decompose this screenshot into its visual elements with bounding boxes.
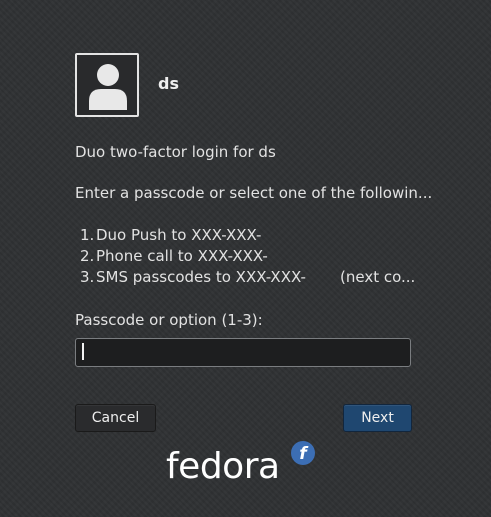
login-screen: ds Duo two-factor login for ds Enter a p… (0, 0, 491, 517)
prompt-title: Duo two-factor login for ds (75, 143, 276, 161)
option-text: Duo Push to XXX-XXX- (96, 226, 262, 244)
option-number: 3. (80, 268, 95, 286)
avatar (75, 53, 139, 117)
username: ds (158, 74, 179, 93)
next-button[interactable]: Next (343, 404, 412, 432)
option-text: SMS passcodes to XXX-XXX- (96, 268, 306, 286)
option-extra: (next co... (340, 268, 416, 286)
passcode-label: Passcode or option (1-3): (75, 311, 263, 329)
option-number: 2. (80, 247, 95, 265)
option-text: Phone call to XXX-XXX- (96, 247, 268, 265)
passcode-input[interactable] (75, 338, 411, 367)
fedora-logo-text: fedora (166, 446, 280, 487)
user-icon (89, 64, 127, 110)
cancel-button[interactable]: Cancel (75, 404, 156, 432)
text-caret (82, 343, 84, 360)
fedora-infinity-icon: f (291, 441, 315, 465)
prompt-instruction: Enter a passcode or select one of the fo… (75, 184, 433, 202)
option-number: 1. (80, 226, 95, 244)
